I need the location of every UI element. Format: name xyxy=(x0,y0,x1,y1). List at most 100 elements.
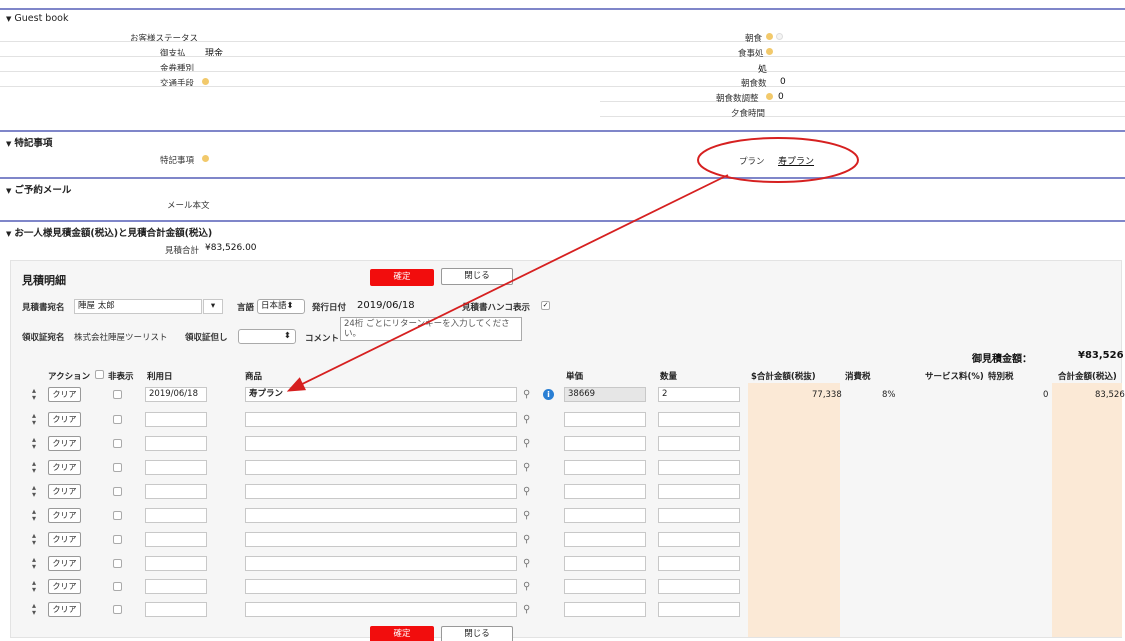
unit-price-input[interactable] xyxy=(564,556,646,571)
product-input[interactable] xyxy=(245,460,517,475)
addressee-dropdown[interactable]: ▾ xyxy=(203,299,223,314)
hide-checkbox[interactable] xyxy=(113,463,122,472)
row-reorder-handle[interactable]: ▴ ▾ xyxy=(30,602,38,617)
search-icon[interactable]: ⚲ xyxy=(523,389,534,400)
unit-price-input[interactable] xyxy=(564,412,646,427)
date-input[interactable] xyxy=(145,484,207,499)
clear-button[interactable]: クリア xyxy=(48,387,81,402)
quantity-input[interactable] xyxy=(658,412,740,427)
date-input[interactable] xyxy=(145,436,207,451)
date-input[interactable]: 2019/06/18 xyxy=(145,387,207,402)
search-icon[interactable]: ⚲ xyxy=(523,534,534,545)
confirm-button-top[interactable]: 確定 xyxy=(370,269,434,286)
date-input[interactable] xyxy=(145,412,207,427)
confirm-button-bottom[interactable]: 確定 xyxy=(370,626,434,641)
clear-button[interactable]: クリア xyxy=(48,532,81,547)
unit-price-input[interactable] xyxy=(564,579,646,594)
row-reorder-handle[interactable]: ▴ ▾ xyxy=(30,387,38,402)
hide-checkbox[interactable] xyxy=(113,511,122,520)
clear-button[interactable]: クリア xyxy=(48,484,81,499)
notes-section-title[interactable]: ▼ 特記事項 xyxy=(6,135,52,149)
language-select[interactable]: 日本語⬍ xyxy=(257,299,305,314)
estimate-section-title[interactable]: ▼ お一人様見積金額(税込)と見積合計金額(税込) xyxy=(6,225,212,239)
hide-checkbox[interactable] xyxy=(113,535,122,544)
quantity-input[interactable] xyxy=(658,460,740,475)
date-input[interactable] xyxy=(145,556,207,571)
comment-textarea[interactable]: 24桁 ごとにリターンキーを入力してください。 xyxy=(340,317,522,341)
row-reorder-handle[interactable]: ▴ ▾ xyxy=(30,579,38,594)
search-icon[interactable]: ⚲ xyxy=(523,486,534,497)
row-reorder-handle[interactable]: ▴ ▾ xyxy=(30,460,38,475)
help-icon[interactable] xyxy=(202,78,209,85)
quantity-input[interactable] xyxy=(658,508,740,523)
unit-price-input[interactable] xyxy=(564,508,646,523)
unit-price-input[interactable] xyxy=(564,602,646,617)
date-input[interactable] xyxy=(145,508,207,523)
unit-price-input[interactable]: 38669 xyxy=(564,387,646,402)
product-input[interactable] xyxy=(245,412,517,427)
row-reorder-handle[interactable]: ▴ ▾ xyxy=(30,508,38,523)
clear-button[interactable]: クリア xyxy=(48,508,81,523)
clear-button[interactable]: クリア xyxy=(48,436,81,451)
product-input[interactable] xyxy=(245,436,517,451)
unit-price-input[interactable] xyxy=(564,484,646,499)
date-input[interactable] xyxy=(145,532,207,547)
plan-link[interactable]: 寿プラン xyxy=(778,154,814,167)
hide-checkbox[interactable] xyxy=(113,415,122,424)
hide-checkbox[interactable] xyxy=(113,439,122,448)
unit-price-input[interactable] xyxy=(564,436,646,451)
quantity-input[interactable]: 2 xyxy=(658,387,740,402)
quantity-input[interactable] xyxy=(658,579,740,594)
hide-all-checkbox[interactable] xyxy=(95,370,104,379)
addressee-input[interactable]: 陣屋 太郎 xyxy=(74,299,202,314)
row-reorder-handle[interactable]: ▴ ▾ xyxy=(30,412,38,427)
clear-button[interactable]: クリア xyxy=(48,556,81,571)
clear-button[interactable]: クリア xyxy=(48,412,81,427)
clear-button[interactable]: クリア xyxy=(48,579,81,594)
search-icon[interactable]: ⚲ xyxy=(523,462,534,473)
row-reorder-handle[interactable]: ▴ ▾ xyxy=(30,556,38,571)
hanko-checkbox[interactable]: ✓ xyxy=(541,301,550,310)
product-input[interactable] xyxy=(245,556,517,571)
info-icon[interactable]: i xyxy=(543,389,554,400)
hide-checkbox[interactable] xyxy=(113,582,122,591)
clear-button[interactable]: クリア xyxy=(48,602,81,617)
date-input[interactable] xyxy=(145,602,207,617)
unit-price-input[interactable] xyxy=(564,460,646,475)
issue-date-value[interactable]: 2019/06/18 xyxy=(357,300,415,311)
product-input[interactable] xyxy=(245,602,517,617)
row-reorder-handle[interactable]: ▴ ▾ xyxy=(30,532,38,547)
search-icon[interactable]: ⚲ xyxy=(523,558,534,569)
search-icon[interactable]: ⚲ xyxy=(523,581,534,592)
close-button-top[interactable]: 閉じる xyxy=(441,268,513,285)
help-icon[interactable] xyxy=(202,155,209,162)
breakfast-radio[interactable] xyxy=(776,33,783,40)
date-input[interactable] xyxy=(145,579,207,594)
row-reorder-handle[interactable]: ▴ ▾ xyxy=(30,484,38,499)
guestbook-section-title[interactable]: ▼ Guest book xyxy=(6,13,68,24)
help-icon[interactable] xyxy=(766,48,773,55)
hide-checkbox[interactable] xyxy=(113,487,122,496)
clear-button[interactable]: クリア xyxy=(48,460,81,475)
product-input[interactable] xyxy=(245,508,517,523)
close-button-bottom[interactable]: 閉じる xyxy=(441,626,513,641)
hide-checkbox[interactable] xyxy=(113,559,122,568)
hide-checkbox[interactable] xyxy=(113,390,122,399)
search-icon[interactable]: ⚲ xyxy=(523,414,534,425)
product-input[interactable]: 寿プラン xyxy=(245,387,517,402)
unit-price-input[interactable] xyxy=(564,532,646,547)
product-input[interactable] xyxy=(245,579,517,594)
quantity-input[interactable] xyxy=(658,484,740,499)
quantity-input[interactable] xyxy=(658,602,740,617)
quantity-input[interactable] xyxy=(658,556,740,571)
hide-checkbox[interactable] xyxy=(113,605,122,614)
search-icon[interactable]: ⚲ xyxy=(523,604,534,615)
search-icon[interactable]: ⚲ xyxy=(523,438,534,449)
help-icon[interactable] xyxy=(766,93,773,100)
search-icon[interactable]: ⚲ xyxy=(523,510,534,521)
receipt-note-select[interactable]: ⬍ xyxy=(238,329,296,344)
quantity-input[interactable] xyxy=(658,532,740,547)
help-icon[interactable] xyxy=(766,33,773,40)
quantity-input[interactable] xyxy=(658,436,740,451)
mail-section-title[interactable]: ▼ ご予約メール xyxy=(6,182,71,196)
